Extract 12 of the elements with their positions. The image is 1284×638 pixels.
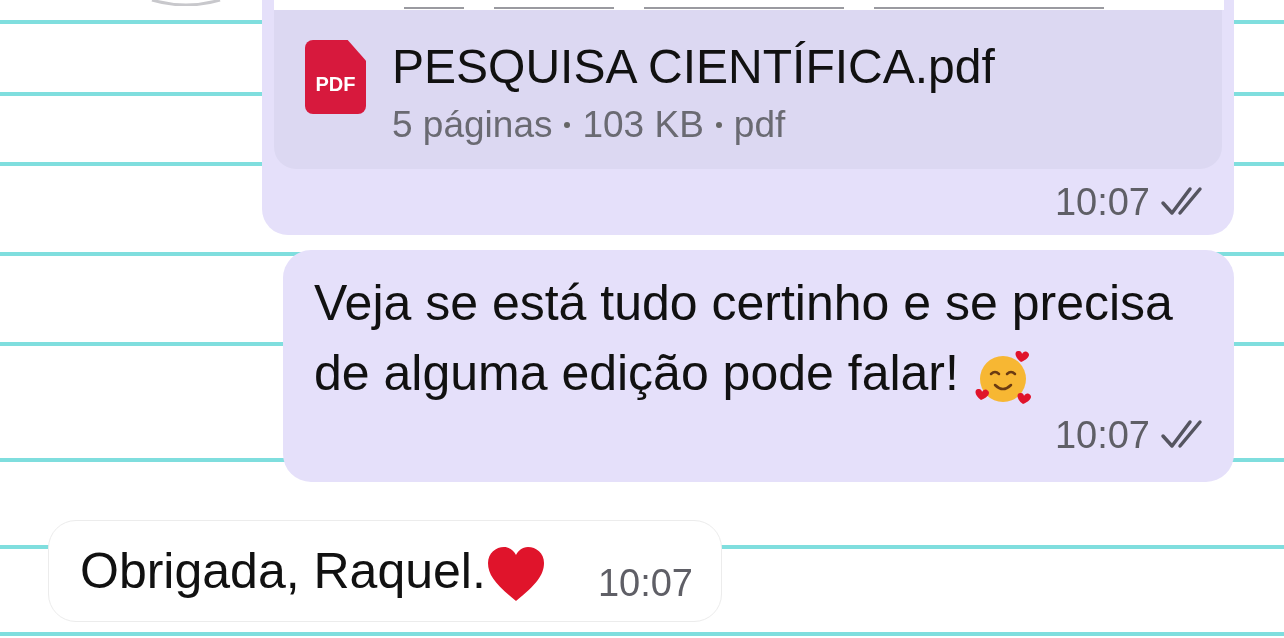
message-text: Veja se está tudo certinho e se precisa de alguma edição pode falar! xyxy=(314,268,1204,408)
message-time: 10:07 xyxy=(1054,183,1150,221)
file-meta: pdf xyxy=(733,106,786,143)
file-name: PESQUISA CIENTÍFICA.pdf xyxy=(392,39,995,95)
heart-icon xyxy=(485,545,546,604)
message-time: 10:07 xyxy=(1054,416,1150,454)
file-meta: 103 KB xyxy=(582,106,704,143)
document-card[interactable]: PDF PESQUISA CIENTÍFICA.pdf 5 páginas 103 KB pdf xyxy=(274,0,1222,169)
pdf-file-icon: PDF xyxy=(305,40,366,114)
message-time: 10:07 xyxy=(597,562,693,604)
message-text: Obrigada, Raquel. xyxy=(80,533,546,609)
file-meta: 5 páginas xyxy=(392,106,553,143)
